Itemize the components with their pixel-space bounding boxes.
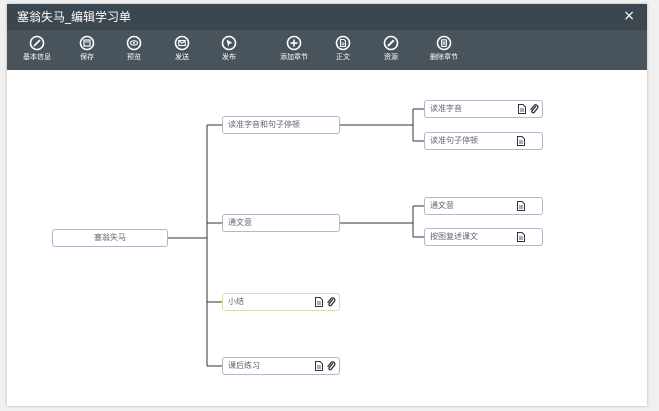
document-icon[interactable] (315, 297, 323, 307)
edit-icon (29, 35, 45, 51)
paperclip-icon[interactable] (326, 361, 336, 371)
node-actions (518, 101, 539, 117)
add-chapter-button[interactable]: 添加章节 (271, 33, 317, 62)
send-icon (174, 35, 190, 51)
preview-button[interactable]: 预览 (111, 33, 157, 62)
body-text-label: 正文 (336, 53, 350, 61)
branch-label: 小结 (228, 297, 244, 306)
document-icon[interactable] (518, 104, 526, 114)
leaf-label: 按图复述课文 (430, 232, 478, 241)
leaf-label: 通文意 (430, 201, 454, 210)
document-icon[interactable] (517, 136, 525, 146)
title-bar: 塞翁失马_编辑学习单 × (7, 4, 647, 30)
send-button[interactable]: 发送 (159, 33, 205, 62)
document-icon[interactable] (315, 361, 323, 371)
delete-chapter-button[interactable]: 删除章节 (421, 33, 467, 62)
pencil-icon (383, 35, 399, 51)
leaf-node[interactable]: 读准字音 (424, 100, 543, 118)
branch-label: 课后练习 (228, 361, 260, 370)
leaf-node[interactable]: 通文意 (424, 197, 543, 215)
leaf-label: 读准字音 (430, 104, 462, 113)
resources-button[interactable]: 资源 (368, 33, 414, 62)
window-title: 塞翁失马_编辑学习单 (17, 10, 132, 24)
preview-label: 预览 (127, 53, 141, 61)
toolbar: 基本信息 保存 预览 发送 发布 添加章节 正文 资源 删除章节 (7, 30, 647, 70)
basic-info-button[interactable]: 基本信息 (14, 33, 60, 62)
document-icon[interactable] (517, 232, 525, 242)
branch-label: 通文意 (228, 218, 252, 227)
resources-label: 资源 (384, 53, 398, 61)
paperclip-icon[interactable] (326, 297, 336, 307)
branch-node[interactable]: 读准字音和句子停顿 (222, 116, 340, 134)
branch-node[interactable]: 课后练习 (222, 357, 340, 375)
document-icon (335, 35, 351, 51)
branch-node[interactable]: 通文意 (222, 214, 340, 232)
node-actions (517, 198, 525, 214)
add-chapter-label: 添加章节 (280, 53, 308, 61)
basic-info-label: 基本信息 (23, 53, 51, 61)
mindmap-canvas: 塞翁失马 读准字音和句子停顿 通文意 小结 课后练习 读准字音 读准句子停顿 通… (7, 70, 647, 406)
delete-chapter-label: 删除章节 (430, 53, 458, 61)
save-label: 保存 (80, 53, 94, 61)
branch-label: 读准字音和句子停顿 (228, 120, 300, 129)
root-node[interactable]: 塞翁失马 (52, 229, 168, 247)
node-actions (315, 358, 336, 374)
plus-icon (286, 35, 302, 51)
publish-label: 发布 (222, 53, 236, 61)
send-label: 发送 (175, 53, 189, 61)
leaf-node[interactable]: 按图复述课文 (424, 228, 543, 246)
publish-button[interactable]: 发布 (206, 33, 252, 62)
node-actions (517, 133, 525, 149)
editor-window: 塞翁失马_编辑学习单 × 基本信息 保存 预览 发送 发布 添加章节 正文 资源… (7, 4, 647, 406)
node-actions (315, 294, 336, 310)
node-actions (517, 229, 525, 245)
eye-icon (126, 35, 142, 51)
body-text-button[interactable]: 正文 (320, 33, 366, 62)
paperclip-icon[interactable] (529, 104, 539, 114)
branch-node[interactable]: 小结 (222, 293, 340, 311)
save-button[interactable]: 保存 (64, 33, 110, 62)
document-icon[interactable] (517, 201, 525, 211)
save-icon (79, 35, 95, 51)
leaf-node[interactable]: 读准句子停顿 (424, 132, 543, 150)
leaf-label: 读准句子停顿 (430, 136, 478, 145)
delete-icon (436, 35, 452, 51)
close-icon[interactable]: × (623, 8, 635, 24)
publish-icon (221, 35, 237, 51)
